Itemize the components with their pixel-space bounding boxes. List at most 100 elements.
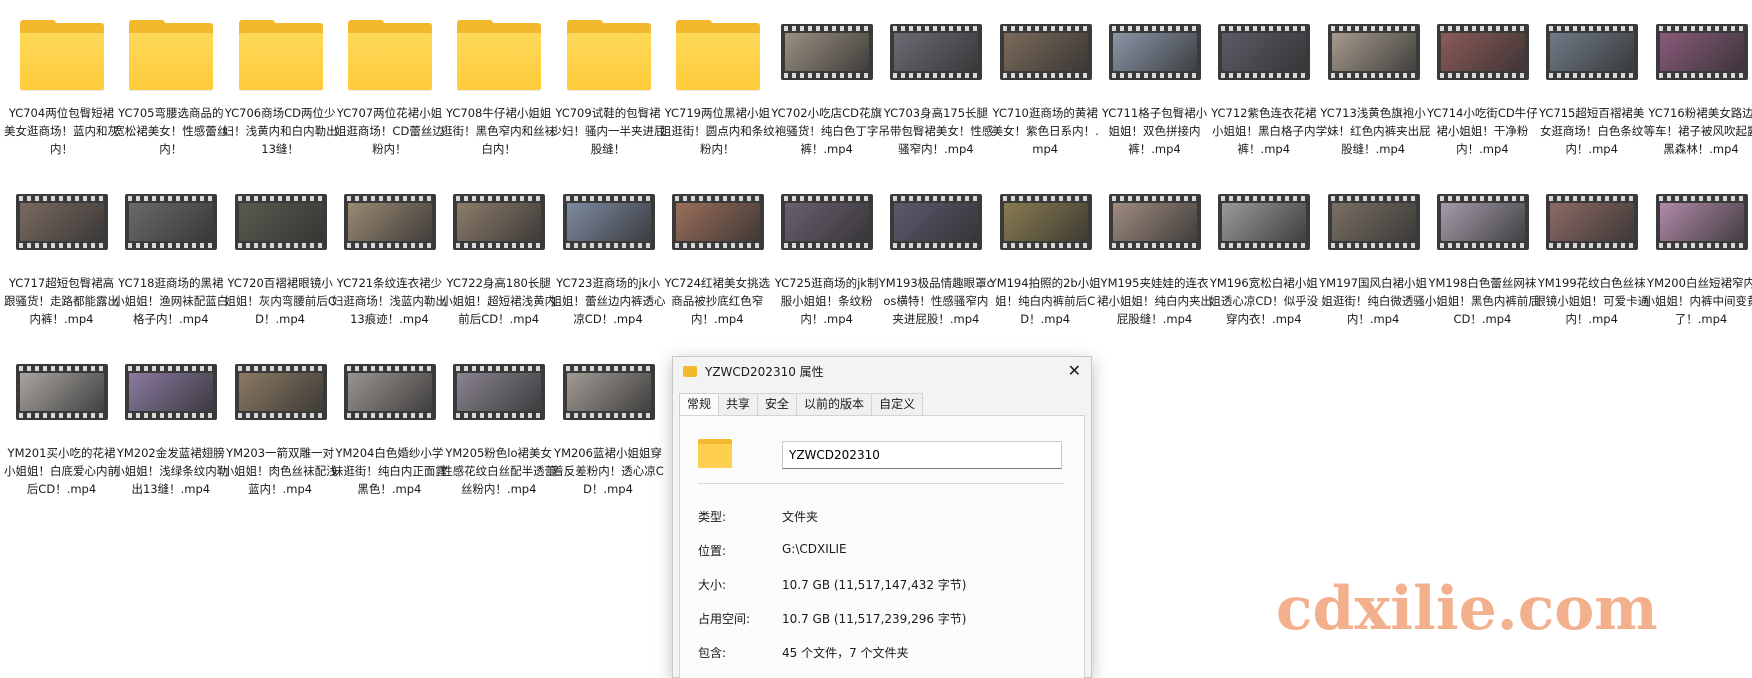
video-thumbnail-icon bbox=[453, 194, 545, 266]
video-thumbnail-icon bbox=[344, 194, 436, 266]
tab-sharing[interactable]: 共享 bbox=[718, 393, 758, 415]
file-name-label: YC715超短百褶裙美女逛商场！白色条纹内！.mp4 bbox=[1534, 104, 1649, 158]
file-name-label: YM206蓝裙小姐姐穿着反差粉内！透心凉CD！.mp4 bbox=[551, 444, 666, 498]
file-name-label: YC705弯腰选商品的宽松裙美女！性感蕾丝内！ bbox=[113, 104, 228, 158]
close-icon[interactable]: ✕ bbox=[1068, 363, 1081, 379]
prop-label: 位置: bbox=[698, 542, 778, 559]
tab-general[interactable]: 常规 bbox=[679, 393, 719, 415]
file-name-label: YC710逛商场的黄裙美女！紫色日系内！.mp4 bbox=[988, 104, 1103, 158]
folder-icon bbox=[16, 20, 108, 92]
file-name-label: YM202金发蓝裙翅膀小姐姐！浅绿条纹内勒出13缝！.mp4 bbox=[113, 444, 228, 498]
file-name-label: YC706商场CD两位少妇！浅黄内和白内勒出13缝！ bbox=[223, 104, 338, 158]
tab-security[interactable]: 安全 bbox=[757, 393, 797, 415]
file-name-label: YM201买小吃的花裙小姐姐！白底爱心内前后CD！.mp4 bbox=[4, 444, 119, 498]
prop-value: 45 个文件，7 个文件夹 bbox=[782, 644, 909, 661]
file-name-label: YC724红裙美女挑选商品被抄底红色窄内！.mp4 bbox=[660, 274, 775, 328]
video-thumbnail-icon bbox=[1000, 194, 1092, 266]
video-thumbnail-icon bbox=[1218, 194, 1310, 266]
video-thumbnail-icon bbox=[16, 194, 108, 266]
folder-icon bbox=[453, 20, 545, 92]
file-name-label: YC704两位包臀短裙美女逛商场！蓝内和灰内！ bbox=[4, 104, 119, 158]
video-thumbnail-icon bbox=[890, 194, 982, 266]
video-thumbnail-icon bbox=[235, 364, 327, 436]
folder-icon bbox=[125, 20, 217, 92]
video-thumbnail-icon bbox=[1546, 24, 1638, 96]
file-name-label: YM200白丝短裙窄内小姐姐！内裤中间变黄了！.mp4 bbox=[1644, 274, 1752, 328]
tab-previous-versions[interactable]: 以前的版本 bbox=[796, 393, 872, 415]
file-name-label: YC723逛商场的jk小姐姐！蕾丝边内裤透心凉CD！.mp4 bbox=[551, 274, 666, 328]
video-thumbnail-icon bbox=[890, 24, 982, 96]
video-thumbnail-icon bbox=[16, 364, 108, 436]
file-name-label: YC717超短包臀裙高跟骚货！走路都能露出内裤！.mp4 bbox=[4, 274, 119, 328]
file-name-label: YC708牛仔裙小姐姐逛街！黑色窄内和丝袜白内！ bbox=[441, 104, 556, 158]
video-thumbnail-icon bbox=[781, 194, 873, 266]
general-panel: 类型: 文件夹 位置: G:\CDXILIE 大小: 10.7 GB (11,5… bbox=[679, 415, 1085, 678]
folder-large-icon bbox=[698, 436, 732, 468]
file-name-label: YC721条纹连衣裙少妇逛商场！浅蓝内勒出13痕迹！.mp4 bbox=[332, 274, 447, 328]
dialog-title: YZWCD202310 属性 bbox=[705, 363, 824, 380]
video-thumbnail-icon bbox=[1109, 194, 1201, 266]
folder-icon bbox=[344, 20, 436, 92]
video-thumbnail-icon bbox=[781, 24, 873, 96]
video-thumbnail-icon bbox=[1218, 24, 1310, 96]
dialog-tabs: 常规 共享 安全 以前的版本 自定义 bbox=[679, 393, 922, 415]
video-thumbnail-icon bbox=[344, 364, 436, 436]
watermark: cdxilie.com bbox=[1276, 574, 1658, 644]
video-thumbnail-icon bbox=[1328, 194, 1420, 266]
tab-customize[interactable]: 自定义 bbox=[871, 393, 923, 415]
prop-value: 10.7 GB (11,517,239,296 字节) bbox=[782, 610, 966, 627]
dialog-titlebar[interactable]: YZWCD202310 属性 ✕ bbox=[673, 357, 1091, 385]
file-name-label: YM205粉色lo裙美女性感花纹白丝配半透蕾丝粉内！.mp4 bbox=[441, 444, 556, 498]
prop-label: 类型: bbox=[698, 508, 778, 525]
file-name-label: YM203一箭双雕一对小姐姐！肉色丝袜配浅蓝内！.mp4 bbox=[223, 444, 338, 498]
file-name-label: YC716粉裙美女路边等车！裙子被风吹起露黑森林！.mp4 bbox=[1644, 104, 1752, 158]
video-thumbnail-icon bbox=[1109, 24, 1201, 96]
file-name-label: YC714小吃街CD牛仔裙小姐姐！干净粉内！.mp4 bbox=[1425, 104, 1540, 158]
video-thumbnail-icon bbox=[563, 194, 655, 266]
file-name-label: YC719两位黑裙小姐姐逛街！圆点内和条纹粉内！ bbox=[660, 104, 775, 158]
prop-label: 占用空间: bbox=[698, 610, 778, 627]
prop-label: 大小: bbox=[698, 576, 778, 593]
file-name-label: YC712紫色连衣花裙小姐姐！黑白格子内裤！.mp4 bbox=[1206, 104, 1321, 158]
folder-icon bbox=[672, 20, 764, 92]
file-name-label: YM198白色蕾丝网袜小姐姐！黑色内裤前后CD！.mp4 bbox=[1425, 274, 1540, 328]
file-name-label: YM193极品情趣眼罩cos横特！性感骚窄内夹进屁股！.mp4 bbox=[878, 274, 993, 328]
file-name-label: YM197国风白裙小姐姐逛街！纯白微透骚内！.mp4 bbox=[1316, 274, 1431, 328]
divider bbox=[698, 483, 1064, 484]
file-name-label: YC703身高175长腿吊带包臀裙美女！性感骚窄内！.mp4 bbox=[878, 104, 993, 158]
folder-icon bbox=[683, 366, 697, 377]
video-thumbnail-icon bbox=[1546, 194, 1638, 266]
prop-value: 10.7 GB (11,517,147,432 字节) bbox=[782, 576, 966, 593]
file-name-label: YC711格子包臀裙小姐姐！双色拼接内裤！.mp4 bbox=[1097, 104, 1212, 158]
folder-icon bbox=[563, 20, 655, 92]
file-name-label: YC720百褶裙眼镜小姐姐！灰内弯腰前后CD！.mp4 bbox=[223, 274, 338, 328]
file-name-label: YC707两位花裙小姐姐逛商场！CD蕾丝边粉内！ bbox=[332, 104, 447, 158]
video-thumbnail-icon bbox=[1000, 24, 1092, 96]
prop-value: 文件夹 bbox=[782, 508, 818, 525]
folder-name-input[interactable] bbox=[782, 441, 1062, 469]
video-thumbnail-icon bbox=[453, 364, 545, 436]
file-name-label: YM196宽松白裙小姐姐透心凉CD！似乎没穿内衣！.mp4 bbox=[1206, 274, 1321, 328]
video-thumbnail-icon bbox=[125, 194, 217, 266]
folder-icon bbox=[235, 20, 327, 92]
video-thumbnail-icon bbox=[672, 194, 764, 266]
video-thumbnail-icon bbox=[125, 364, 217, 436]
file-name-label: YM195夹娃娃的连衣裙小姐姐！纯白内夹出屁股缝！.mp4 bbox=[1097, 274, 1212, 328]
file-name-label: YM199花纹白色丝袜眼镜小姐姐！可爱卡通内！.mp4 bbox=[1534, 274, 1649, 328]
video-thumbnail-icon bbox=[1656, 24, 1748, 96]
prop-label: 包含: bbox=[698, 644, 778, 661]
video-thumbnail-icon bbox=[235, 194, 327, 266]
video-thumbnail-icon bbox=[563, 364, 655, 436]
prop-value: G:\CDXILIE bbox=[782, 542, 847, 556]
properties-dialog: YZWCD202310 属性 ✕ 常规 共享 安全 以前的版本 自定义 类型: … bbox=[672, 356, 1092, 678]
file-name-label: YC709试鞋的包臀裙少妇！骚内一半夹进屁股缝！ bbox=[551, 104, 666, 158]
file-name-label: YM194拍照的2b小姐姐！纯白内裤前后CD！.mp4 bbox=[988, 274, 1103, 328]
video-thumbnail-icon bbox=[1328, 24, 1420, 96]
video-thumbnail-icon bbox=[1656, 194, 1748, 266]
file-name-label: YM204白色婚纱小学妹逛街！纯白内正面露黑色！.mp4 bbox=[332, 444, 447, 498]
video-thumbnail-icon bbox=[1437, 24, 1529, 96]
file-name-label: YC702小吃店CD花旗袍骚货！纯白色丁字裤！.mp4 bbox=[769, 104, 884, 158]
file-name-label: YC725逛商场的jk制服小姐姐！条纹粉内！.mp4 bbox=[769, 274, 884, 328]
file-name-label: YC718逛商场的黑裙小姐姐！渔网袜配蓝白格子内！.mp4 bbox=[113, 274, 228, 328]
video-thumbnail-icon bbox=[1437, 194, 1529, 266]
